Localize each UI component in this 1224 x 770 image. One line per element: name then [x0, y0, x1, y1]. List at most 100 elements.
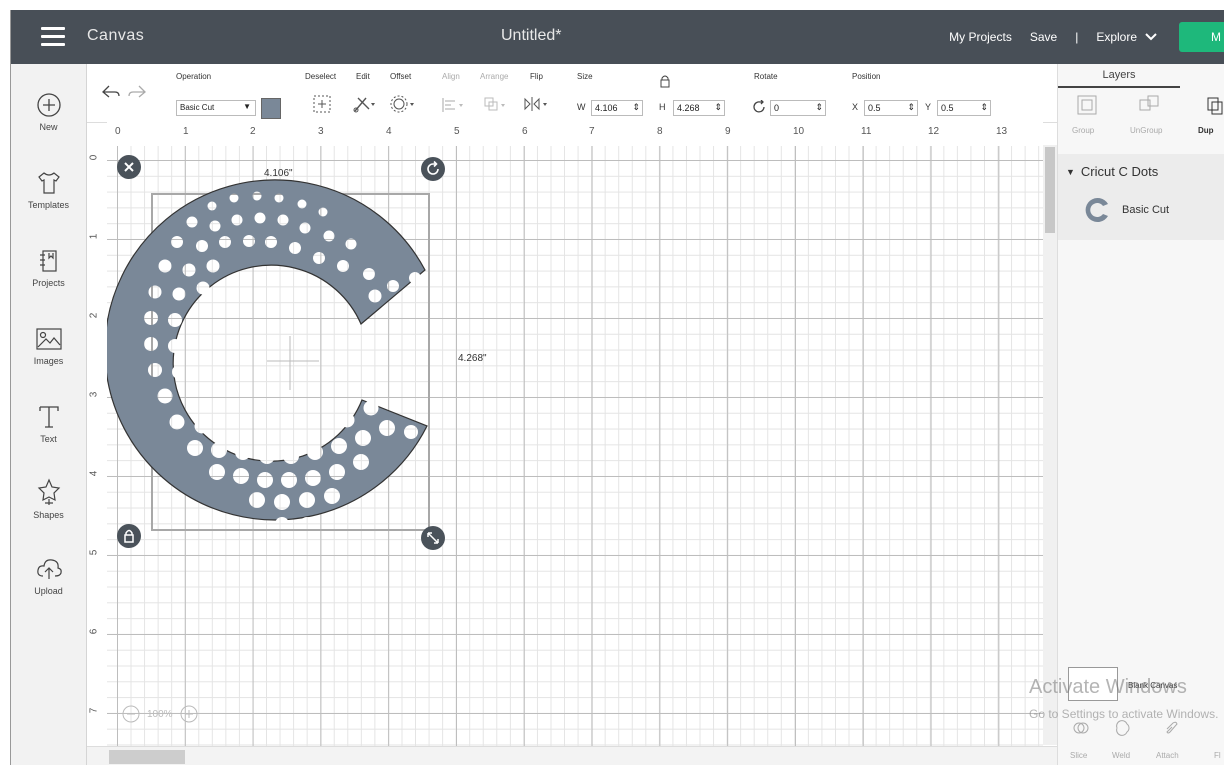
- sidebar-item-projects[interactable]: Projects: [11, 248, 86, 288]
- group-icon[interactable]: [1076, 94, 1098, 116]
- zoom-in-icon[interactable]: [179, 704, 199, 724]
- width-dimension-label: 4.106": [264, 168, 293, 179]
- app-title: Canvas: [87, 27, 145, 44]
- save-link[interactable]: Save: [1030, 30, 1057, 44]
- arrange-icon[interactable]: [483, 96, 507, 114]
- vertical-scroll-thumb[interactable]: [1045, 147, 1055, 233]
- tshirt-icon: [37, 172, 60, 194]
- width-label: W: [577, 102, 586, 112]
- ungroup-label: UnGroup: [1130, 126, 1163, 135]
- sidebar-item-templates[interactable]: Templates: [11, 170, 86, 210]
- image-icon: [35, 328, 62, 350]
- explore-label: Explore: [1096, 30, 1137, 44]
- deselect-icon[interactable]: [312, 94, 332, 114]
- zoom-level: 100%: [147, 708, 173, 720]
- duplicate-icon[interactable]: [1204, 94, 1224, 116]
- attach-paperclip-icon[interactable]: [1162, 719, 1180, 737]
- resize-handle[interactable]: [421, 526, 445, 550]
- height-input[interactable]: 4.268 ⇕: [673, 100, 725, 116]
- size-label: Size: [577, 72, 593, 81]
- rotate-stepper-icon[interactable]: ⇕: [815, 102, 823, 113]
- c-shape-thumbnail-icon: [1085, 198, 1108, 222]
- ruler-left-number: 0: [88, 154, 100, 161]
- rotate-label: Rotate: [754, 72, 778, 81]
- cricut-design-space-window: Canvas Untitled* My Projects Save | Expl…: [10, 10, 1224, 765]
- ruler-top-number: 5: [454, 126, 460, 137]
- layer-group-header[interactable]: ▼ Cricut C Dots: [1066, 164, 1158, 179]
- x-position-input[interactable]: 0.5 ⇕: [864, 100, 918, 116]
- position-label: Position: [852, 72, 881, 81]
- delete-handle[interactable]: [117, 155, 141, 179]
- sidebar-label-images: Images: [33, 356, 64, 366]
- deselect-label: Deselect: [305, 72, 337, 81]
- y-stepper-icon[interactable]: ⇕: [980, 102, 988, 113]
- height-value: 4.268: [677, 103, 700, 113]
- ruler-top-number: 4: [386, 126, 392, 137]
- group-label: Group: [1072, 126, 1095, 135]
- edit-icon[interactable]: [352, 94, 378, 114]
- layer-name[interactable]: Basic Cut: [1122, 204, 1169, 216]
- rotate-handle[interactable]: [421, 157, 445, 181]
- hamburger-menu-icon[interactable]: [41, 27, 65, 47]
- redo-icon[interactable]: [127, 84, 147, 100]
- edit-label: Edit: [356, 72, 370, 81]
- operation-label: Operation: [176, 72, 212, 81]
- dropdown-arrow-icon: ▼: [243, 102, 251, 111]
- height-stepper-icon[interactable]: ⇕: [714, 102, 722, 113]
- ruler-top-number: 3: [318, 126, 324, 137]
- horizontal-scrollbar[interactable]: [87, 746, 1057, 765]
- ruler-left-number: 5: [88, 549, 100, 556]
- sidebar-item-new[interactable]: New: [11, 92, 86, 132]
- layers-tab[interactable]: Layers: [1058, 64, 1180, 88]
- ruler-top-number: 13: [996, 126, 1008, 137]
- explore-dropdown[interactable]: Explore: [1096, 30, 1157, 44]
- y-position-input[interactable]: 0.5 ⇕: [937, 100, 991, 116]
- x-stepper-icon[interactable]: ⇕: [907, 102, 915, 113]
- ruler-top-number: 11: [861, 126, 872, 137]
- y-label: Y: [925, 102, 932, 112]
- align-icon[interactable]: [441, 96, 465, 114]
- flip-icon[interactable]: [523, 94, 549, 114]
- height-label: H: [659, 102, 666, 112]
- my-projects-link[interactable]: My Projects: [949, 30, 1012, 44]
- undo-icon[interactable]: [101, 84, 121, 100]
- plus-circle-icon: [36, 93, 61, 117]
- c-dots-shape[interactable]: [107, 179, 428, 521]
- sidebar-item-shapes[interactable]: Shapes: [11, 478, 86, 520]
- ruler-top-number: 0: [115, 126, 121, 137]
- canvas-artwork: [107, 179, 430, 531]
- weld-icon[interactable]: [1114, 719, 1132, 737]
- ruler-vertical: 0 1 2 3 4 5 6 7: [87, 146, 108, 746]
- sidebar-label-projects: Projects: [32, 278, 65, 288]
- operation-value: Basic Cut: [180, 103, 215, 112]
- sidebar-label-shapes: Shapes: [33, 510, 64, 520]
- width-stepper-icon[interactable]: ⇕: [632, 102, 640, 113]
- lock-proportions-handle[interactable]: [117, 524, 141, 548]
- lock-icon[interactable]: [659, 74, 671, 88]
- x-label: X: [852, 102, 859, 112]
- horizontal-scroll-thumb[interactable]: [109, 750, 185, 764]
- ungroup-icon[interactable]: [1138, 94, 1160, 116]
- width-input[interactable]: 4.106 ⇕: [591, 100, 643, 116]
- operation-select[interactable]: Basic Cut ▼: [176, 100, 256, 116]
- operation-color-swatch[interactable]: [261, 98, 281, 119]
- duplicate-label: Dup: [1198, 126, 1214, 135]
- sidebar-item-upload[interactable]: Upload: [11, 556, 86, 596]
- sidebar-item-images[interactable]: Images: [11, 326, 86, 366]
- sidebar-label-upload: Upload: [34, 586, 63, 596]
- screenshot-frame: Canvas Untitled* My Projects Save | Expl…: [0, 0, 1224, 770]
- sidebar-item-text[interactable]: Text: [11, 404, 86, 444]
- layer-group[interactable]: ▼ Cricut C Dots Basic Cut: [1058, 154, 1224, 240]
- left-sidebar: New Templates Projects Images Text Shape…: [11, 64, 87, 765]
- projects-icon: [39, 250, 57, 272]
- sidebar-label-text: Text: [40, 434, 57, 444]
- zoom-out-icon[interactable]: [121, 704, 141, 724]
- rotate-input[interactable]: 0 ⇕: [770, 100, 826, 116]
- ruler-top-number: 6: [522, 126, 528, 137]
- offset-icon[interactable]: [390, 94, 416, 114]
- slice-icon[interactable]: [1072, 719, 1090, 737]
- make-it-button[interactable]: M: [1179, 22, 1224, 52]
- vertical-scrollbar[interactable]: [1043, 145, 1057, 745]
- caret-down-icon[interactable]: ▼: [1066, 167, 1075, 177]
- close-icon: [124, 162, 134, 172]
